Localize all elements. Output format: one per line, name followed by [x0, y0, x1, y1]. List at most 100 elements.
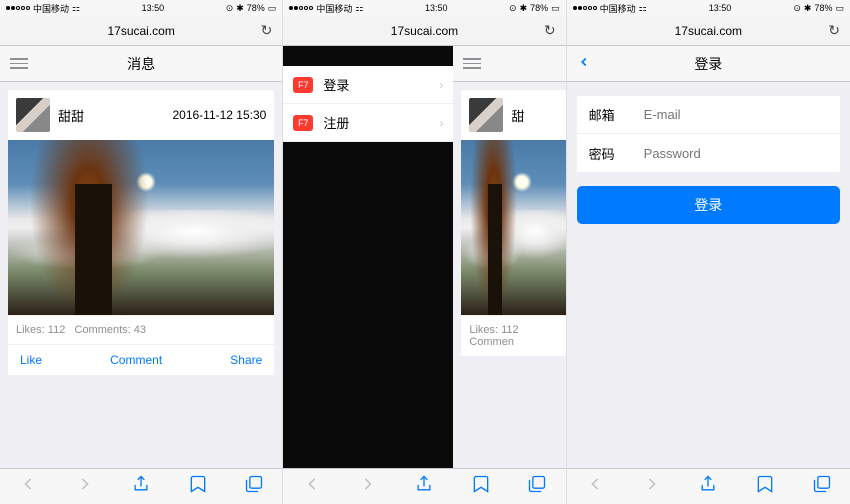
panel-item-register[interactable]: F7 注册 ›: [283, 104, 453, 142]
post-card: 甜 Likes: 112 Commen: [461, 90, 565, 356]
login-button-label: 登录: [694, 195, 722, 215]
bookmarks-icon[interactable]: [188, 474, 208, 499]
share-icon[interactable]: [131, 474, 151, 499]
browser-toolbar: [283, 468, 565, 504]
like-button[interactable]: Like: [20, 353, 42, 367]
pushed-content[interactable]: 甜 Likes: 112 Commen: [453, 46, 565, 468]
forward-icon[interactable]: [642, 474, 662, 499]
status-bar: 中国移动 ⚏ 13:50 ⊙ ✱ 78% ▭: [0, 0, 282, 16]
f7-badge: F7: [293, 115, 313, 131]
forward-icon[interactable]: [75, 474, 95, 499]
bookmarks-icon[interactable]: [755, 474, 775, 499]
bookmarks-icon[interactable]: [471, 474, 491, 499]
comments-count: Comments: 43: [75, 324, 147, 336]
browser-url-bar[interactable]: 17sucai.com ↻: [567, 16, 850, 46]
battery-label: 78%: [814, 3, 832, 13]
post-card: 甜甜 2016-11-12 15:30 Likes: 112 Comments:…: [8, 90, 274, 375]
post-stats: Likes: 112 Comments: 43: [8, 315, 274, 344]
clock-label: 13:50: [142, 3, 165, 13]
login-button[interactable]: 登录: [577, 186, 840, 224]
back-icon[interactable]: [18, 474, 38, 499]
wifi-icon: ⚏: [355, 3, 363, 14]
email-row: 邮箱: [577, 96, 840, 134]
forward-icon[interactable]: [358, 474, 378, 499]
hamburger-icon: [463, 58, 481, 69]
likes-count: Likes: 112: [469, 324, 518, 336]
tabs-icon[interactable]: [812, 474, 832, 499]
timestamp-label: 2016-11-12 15:30: [172, 108, 266, 122]
comments-count: Commen: [469, 336, 514, 348]
tabs-icon[interactable]: [527, 474, 547, 499]
chevron-right-icon: ›: [439, 116, 443, 130]
back-button[interactable]: [577, 53, 591, 74]
carrier-label: 中国移动: [316, 2, 352, 15]
browser-toolbar: [567, 468, 850, 504]
reload-icon[interactable]: ↻: [544, 22, 556, 39]
app-navbar: 登录: [567, 46, 850, 82]
likes-count: Likes: 112: [16, 324, 65, 336]
panel-label: 注册: [323, 113, 429, 132]
battery-label: 78%: [530, 3, 548, 13]
alarm-icon: ⊙: [226, 3, 234, 14]
content-area: F7 登录 › F7 注册 › 甜: [283, 46, 565, 468]
back-icon[interactable]: [302, 474, 322, 499]
battery-label: 78%: [247, 3, 265, 13]
comment-button[interactable]: Comment: [110, 353, 162, 367]
chevron-right-icon: ›: [439, 78, 443, 92]
wifi-icon: ⚏: [639, 3, 647, 14]
post-actions: Like Comment Share: [8, 344, 274, 375]
post-image: [461, 140, 565, 315]
menu-button[interactable]: [10, 58, 28, 69]
clock-label: 13:50: [709, 3, 732, 13]
app-navbar: 消息: [0, 46, 282, 82]
page-title: 登录: [694, 54, 722, 74]
carrier-label: 中国移动: [600, 2, 636, 15]
bluetooth-icon: ✱: [520, 3, 528, 14]
status-bar: 中国移动 ⚏ 13:50 ⊙ ✱ 78% ▭: [567, 0, 850, 16]
post-header: 甜: [461, 90, 565, 140]
share-icon[interactable]: [698, 474, 718, 499]
chevron-left-icon: [577, 55, 591, 69]
url-text: 17sucai.com: [675, 24, 742, 38]
hamburger-icon: [10, 58, 28, 69]
tabs-icon[interactable]: [244, 474, 264, 499]
signal-dots-icon: [289, 6, 313, 10]
back-icon[interactable]: [585, 474, 605, 499]
alarm-icon: ⊙: [793, 3, 801, 14]
avatar: [469, 98, 503, 132]
password-field[interactable]: [644, 146, 828, 161]
avatar[interactable]: [16, 98, 50, 132]
side-panel: F7 登录 › F7 注册 ›: [283, 46, 453, 468]
browser-url-bar[interactable]: 17sucai.com ↻: [283, 16, 565, 46]
password-row: 密码: [577, 134, 840, 172]
reload-icon[interactable]: ↻: [828, 22, 840, 39]
panel-item-login[interactable]: F7 登录 ›: [283, 66, 453, 104]
page-title: 消息: [127, 54, 155, 74]
f7-badge: F7: [293, 77, 313, 93]
panel-label: 登录: [323, 75, 429, 94]
battery-icon: ▭: [835, 3, 844, 14]
bluetooth-icon: ✱: [236, 3, 244, 14]
app-navbar: [453, 46, 565, 82]
email-field[interactable]: [644, 107, 828, 122]
browser-url-bar[interactable]: 17sucai.com ↻: [0, 16, 282, 46]
signal-dots-icon: [6, 6, 30, 10]
content-area: 邮箱 密码 登录: [567, 82, 850, 468]
post-image[interactable]: [8, 140, 274, 315]
post-stats: Likes: 112 Commen: [461, 315, 565, 356]
browser-toolbar: [0, 468, 282, 504]
clock-label: 13:50: [425, 3, 448, 13]
battery-icon: ▭: [551, 3, 560, 14]
username-label: 甜: [511, 106, 558, 125]
carrier-label: 中国移动: [33, 2, 69, 15]
password-label: 密码: [589, 144, 644, 163]
status-bar: 中国移动 ⚏ 13:50 ⊙ ✱ 78% ▭: [283, 0, 565, 16]
url-text: 17sucai.com: [107, 24, 174, 38]
screen-messages: 中国移动 ⚏ 13:50 ⊙ ✱ 78% ▭ 17sucai.com ↻ 消息 …: [0, 0, 283, 504]
username-label: 甜甜: [58, 106, 164, 125]
screen-side-panel: 中国移动 ⚏ 13:50 ⊙ ✱ 78% ▭ 17sucai.com ↻ F7 …: [283, 0, 566, 504]
alarm-icon: ⊙: [509, 3, 517, 14]
share-icon[interactable]: [414, 474, 434, 499]
reload-icon[interactable]: ↻: [261, 22, 273, 39]
share-button[interactable]: Share: [230, 353, 262, 367]
